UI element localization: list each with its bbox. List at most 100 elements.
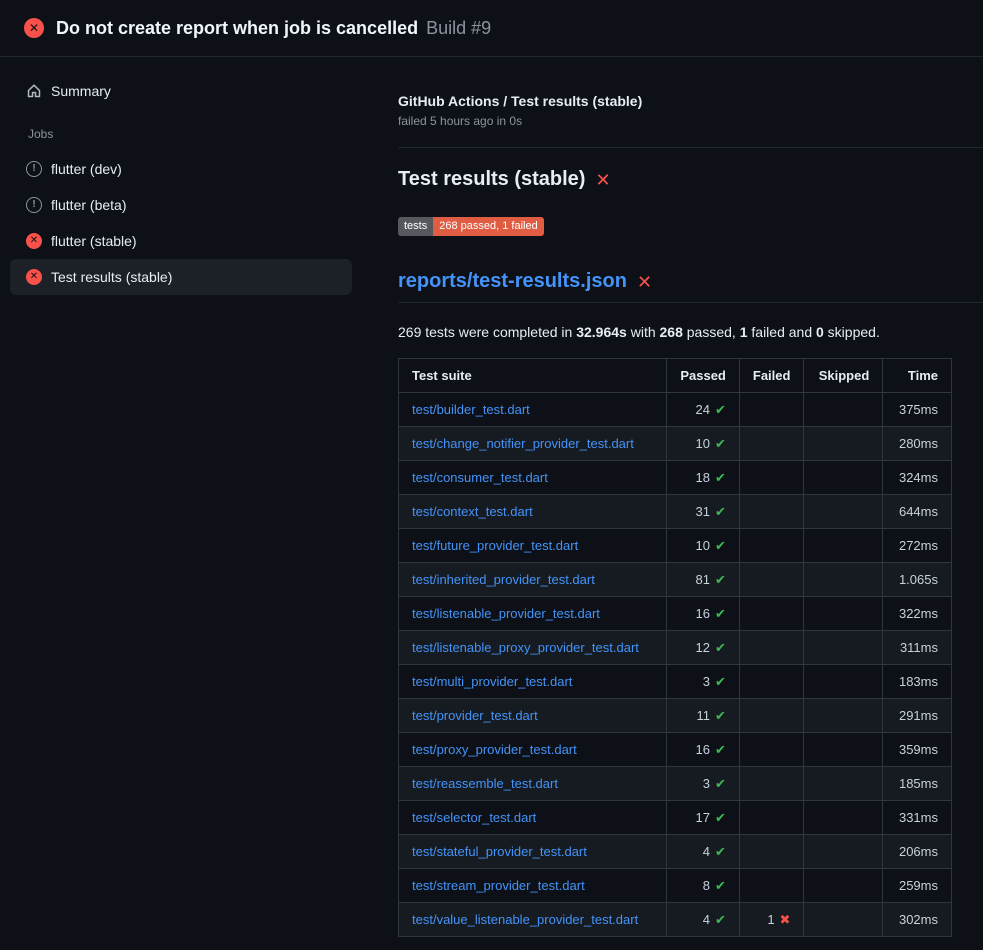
test-suite-link[interactable]: test/builder_test.dart bbox=[412, 402, 530, 417]
skipped-cell bbox=[804, 427, 883, 461]
build-number: Build #9 bbox=[426, 18, 491, 39]
table-row: test/builder_test.dart24✔375ms bbox=[399, 393, 952, 427]
table-row: test/change_notifier_provider_test.dart 1… bbox=[399, 427, 952, 461]
failed-cell bbox=[739, 835, 804, 869]
summary-skipped: 0 bbox=[816, 324, 824, 340]
divider bbox=[398, 147, 983, 148]
job-label: flutter (stable) bbox=[51, 233, 137, 249]
warning-icon: ! bbox=[26, 161, 42, 177]
table-row: test/reassemble_test.dart3✔185ms bbox=[399, 767, 952, 801]
build-title: Do not create report when job is cancell… bbox=[56, 18, 418, 39]
test-suite-link[interactable]: test/provider_test.dart bbox=[412, 708, 538, 723]
failed-cell bbox=[739, 631, 804, 665]
job-label: Test results (stable) bbox=[51, 269, 172, 285]
test-suite-link[interactable]: test/future_provider_test.dart bbox=[412, 538, 578, 553]
passed-cell: 18✔ bbox=[667, 461, 740, 495]
time-cell: 1.065s bbox=[883, 563, 952, 597]
main-content: GitHub Actions / Test results (stable) f… bbox=[372, 57, 983, 937]
test-suite-link[interactable]: test/value_listenable_provider_test.dart bbox=[412, 912, 638, 927]
test-suite-link[interactable]: test/consumer_test.dart bbox=[412, 470, 548, 485]
test-suite-link[interactable]: test/selector_test.dart bbox=[412, 810, 536, 825]
skipped-cell bbox=[804, 631, 883, 665]
col-header-failed: Failed bbox=[739, 359, 804, 393]
check-icon: ✔ bbox=[715, 572, 726, 587]
report-title-link[interactable]: reports/test-results.json bbox=[398, 270, 627, 293]
suite-cell: test/context_test.dart bbox=[399, 495, 667, 529]
summary-line: 269 tests were completed in 32.964s with… bbox=[398, 324, 983, 340]
suite-cell: test/multi_provider_test.dart bbox=[399, 665, 667, 699]
sidebar-item-flutter-stable[interactable]: ✕ flutter (stable) bbox=[10, 223, 352, 259]
skipped-cell bbox=[804, 835, 883, 869]
check-icon: ✔ bbox=[715, 742, 726, 757]
failed-cell bbox=[739, 529, 804, 563]
passed-cell: 17✔ bbox=[667, 801, 740, 835]
failed-icon: ✕ bbox=[26, 269, 42, 285]
test-suite-link[interactable]: test/listenable_provider_test.dart bbox=[412, 606, 600, 621]
check-icon: ✔ bbox=[715, 436, 726, 451]
check-icon: ✔ bbox=[715, 538, 726, 553]
sidebar-item-flutter-beta[interactable]: ! flutter (beta) bbox=[10, 187, 352, 223]
passed-cell: 8✔ bbox=[667, 869, 740, 903]
passed-cell: 12✔ bbox=[667, 631, 740, 665]
passed-cell: 10✔ bbox=[667, 427, 740, 461]
summary-duration: 32.964s bbox=[576, 324, 627, 340]
failed-cell bbox=[739, 427, 804, 461]
job-label: flutter (dev) bbox=[51, 161, 122, 177]
check-icon: ✔ bbox=[715, 878, 726, 893]
time-cell: 375ms bbox=[883, 393, 952, 427]
test-suite-link[interactable]: test/reassemble_test.dart bbox=[412, 776, 558, 791]
time-cell: 206ms bbox=[883, 835, 952, 869]
suite-cell: test/consumer_test.dart bbox=[399, 461, 667, 495]
suite-cell: test/stateful_provider_test.dart bbox=[399, 835, 667, 869]
section-title: Test results (stable) bbox=[398, 168, 585, 191]
test-suite-link[interactable]: test/proxy_provider_test.dart bbox=[412, 742, 577, 757]
test-suite-link[interactable]: test/context_test.dart bbox=[412, 504, 533, 519]
table-row: test/context_test.dart31✔644ms bbox=[399, 495, 952, 529]
skipped-cell bbox=[804, 461, 883, 495]
skipped-cell bbox=[804, 665, 883, 699]
check-icon: ✔ bbox=[715, 708, 726, 723]
passed-cell: 16✔ bbox=[667, 733, 740, 767]
sidebar-item-test-results-stable[interactable]: ✕ Test results (stable) bbox=[10, 259, 352, 295]
summary-passed: 268 bbox=[660, 324, 683, 340]
time-cell: 183ms bbox=[883, 665, 952, 699]
skipped-cell bbox=[804, 903, 883, 937]
suite-cell: test/listenable_provider_test.dart bbox=[399, 597, 667, 631]
test-results-table: Test suite Passed Failed Skipped Time te… bbox=[398, 358, 952, 937]
breadcrumb: GitHub Actions / Test results (stable) bbox=[398, 93, 983, 109]
check-icon: ✔ bbox=[715, 674, 726, 689]
failed-cell bbox=[739, 597, 804, 631]
test-suite-link[interactable]: test/stateful_provider_test.dart bbox=[412, 844, 587, 859]
table-row: test/listenable_provider_test.dart16✔322… bbox=[399, 597, 952, 631]
test-suite-link[interactable]: test/multi_provider_test.dart bbox=[412, 674, 572, 689]
col-header-suite: Test suite bbox=[399, 359, 667, 393]
sidebar-item-summary[interactable]: Summary bbox=[10, 73, 352, 109]
suite-cell: test/listenable_proxy_provider_test.dart bbox=[399, 631, 667, 665]
check-icon: ✔ bbox=[715, 470, 726, 485]
passed-cell: 11✔ bbox=[667, 699, 740, 733]
skipped-cell bbox=[804, 699, 883, 733]
suite-cell: test/reassemble_test.dart bbox=[399, 767, 667, 801]
test-suite-link[interactable]: test/change_notifier_provider_test.dart bbox=[412, 436, 634, 451]
tests-badge: tests 268 passed, 1 failed bbox=[398, 217, 544, 236]
passed-cell: 4✔ bbox=[667, 903, 740, 937]
test-suite-link[interactable]: test/inherited_provider_test.dart bbox=[412, 572, 595, 587]
table-row: test/consumer_test.dart 18✔ 324ms bbox=[399, 461, 952, 495]
build-failed-icon: ✕ bbox=[24, 18, 44, 38]
time-cell: 322ms bbox=[883, 597, 952, 631]
test-suite-link[interactable]: test/stream_provider_test.dart bbox=[412, 878, 585, 893]
failed-cell bbox=[739, 563, 804, 597]
table-row: test/value_listenable_provider_test.dart… bbox=[399, 903, 952, 937]
results-table-body: test/builder_test.dart24✔375mstest/chang… bbox=[399, 393, 952, 937]
passed-cell: 10✔ bbox=[667, 529, 740, 563]
suite-cell: test/inherited_provider_test.dart bbox=[399, 563, 667, 597]
failed-cell bbox=[739, 495, 804, 529]
skipped-cell bbox=[804, 767, 883, 801]
badge-value: 268 passed, 1 failed bbox=[433, 217, 543, 236]
test-suite-link[interactable]: test/listenable_proxy_provider_test.dart bbox=[412, 640, 639, 655]
suite-cell: test/builder_test.dart bbox=[399, 393, 667, 427]
time-cell: 324ms bbox=[883, 461, 952, 495]
failed-cell bbox=[739, 767, 804, 801]
sidebar-item-flutter-dev[interactable]: ! flutter (dev) bbox=[10, 151, 352, 187]
home-icon bbox=[26, 83, 42, 99]
